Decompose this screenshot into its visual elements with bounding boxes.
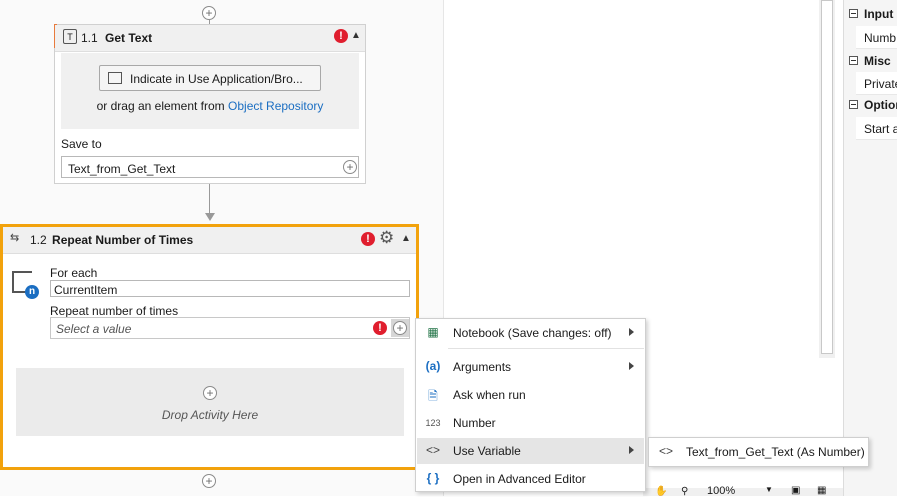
for-each-value: CurrentItem	[54, 283, 118, 297]
ask-when-run-icon: 🗎	[428, 389, 438, 403]
activity-number: 1.2	[30, 233, 47, 247]
collapse-box-icon[interactable]	[849, 56, 858, 65]
scrollbar-thumb[interactable]	[821, 0, 833, 354]
overview-icon[interactable]: ▦	[817, 485, 826, 496]
get-text-header[interactable]: T 1.1 Get Text ! ▲	[55, 25, 365, 52]
repeat-icon: ⇆	[10, 232, 20, 244]
error-icon: !	[361, 232, 375, 246]
properties-panel: Input Numb Misc Private Option Start a	[843, 0, 897, 496]
submenu-arrow-icon	[629, 328, 634, 336]
get-text-activity[interactable]: T 1.1 Get Text ! ▲ Indicate in Use Appli…	[54, 24, 366, 184]
status-bar: ✋ ⚲ 100% ▼ ▣ ▦	[643, 485, 843, 497]
settings-gear-icon[interactable]: ⚙	[379, 228, 394, 248]
for-each-label: For each	[50, 266, 98, 280]
notebook-icon: ▦	[427, 325, 439, 339]
get-text-icon: T	[63, 29, 77, 44]
object-repository-link[interactable]: Object Repository	[228, 99, 323, 113]
repeat-count-input[interactable]: Select a value ! +	[50, 317, 410, 339]
repeat-count-placeholder: Select a value	[56, 322, 132, 336]
repeat-header[interactable]: ⇆ 1.2 Repeat Number of Times ! ⚙ ▲	[3, 227, 416, 254]
submenu-arrow-icon	[629, 362, 634, 370]
menu-item-label: Open in Advanced Editor	[453, 472, 586, 486]
menu-item-label: Notebook (Save changes: off)	[453, 326, 612, 340]
menu-item-notebook[interactable]: ▦ Notebook (Save changes: off)	[417, 320, 644, 346]
menu-item-ask-when-run[interactable]: 🗎 Ask when run	[417, 382, 644, 408]
save-to-label: Save to	[61, 137, 102, 151]
error-icon: !	[373, 321, 387, 335]
zoom-dropdown-icon[interactable]: ▼	[765, 485, 773, 494]
designer-canvas: + T 1.1 Get Text ! ▲ Indicate in Use App…	[0, 0, 444, 496]
prop-category-label: Option	[864, 98, 897, 112]
prop-row-label: Start a	[864, 122, 897, 136]
drop-zone[interactable]: + Drop Activity Here	[16, 368, 404, 436]
drop-activity-text: Drop Activity Here	[161, 408, 259, 422]
prop-row-private[interactable]: Private	[856, 72, 897, 95]
activity-number: 1.1	[81, 31, 98, 45]
activity-title: Repeat Number of Times	[52, 233, 194, 247]
menu-item-label: Ask when run	[453, 388, 526, 402]
advanced-editor-icon: { }	[426, 471, 440, 485]
menu-item-label: Arguments	[453, 360, 512, 374]
menu-item-label: Use Variable	[453, 444, 521, 458]
vertical-scrollbar[interactable]	[819, 0, 835, 358]
error-icon: !	[334, 29, 348, 43]
drag-hint: or drag an element from Object Repositor…	[61, 99, 359, 113]
submenu-item-label: Text_from_Get_Text (As Number)	[686, 445, 865, 459]
search-zoom-icon[interactable]: ⚲	[681, 486, 688, 497]
repeat-count-label: Repeat number of times	[50, 304, 179, 318]
add-activity-icon[interactable]: +	[203, 386, 217, 400]
menu-item-use-variable[interactable]: <> Use Variable	[417, 438, 644, 464]
save-to-value: Text_from_Get_Text	[68, 162, 176, 176]
activity-title: Get Text	[105, 31, 153, 45]
connector-arrow-icon	[205, 213, 215, 221]
zoom-level[interactable]: 100%	[707, 485, 735, 497]
submenu-item-variable[interactable]: <> Text_from_Get_Text (As Number)	[650, 439, 867, 465]
prop-row-number[interactable]: Numb	[856, 26, 897, 49]
prop-category-input[interactable]: Input	[844, 3, 897, 25]
add-activity-bottom-icon[interactable]: +	[202, 474, 216, 488]
prop-row-label: Private	[864, 77, 897, 91]
repeat-activity[interactable]: ⇆ 1.2 Repeat Number of Times ! ⚙ ▲ n For…	[0, 224, 419, 470]
screen-target-icon	[108, 72, 122, 84]
use-variable-icon: <>	[425, 443, 440, 457]
indicate-button-label: Indicate in Use Application/Bro...	[130, 72, 303, 86]
menu-item-label: Number	[453, 416, 496, 430]
prop-category-misc[interactable]: Misc	[844, 50, 897, 72]
add-variable-icon[interactable]: +	[343, 160, 357, 174]
variable-icon: <>	[658, 444, 673, 458]
menu-item-advanced-editor[interactable]: { } Open in Advanced Editor	[417, 466, 644, 492]
drag-hint-text: or drag an element from	[96, 99, 225, 113]
submenu-arrow-icon	[629, 446, 634, 454]
use-variable-submenu: <> Text_from_Get_Text (As Number)	[648, 437, 869, 467]
prop-row-start[interactable]: Start a	[856, 117, 897, 140]
menu-item-arguments[interactable]: (a) Arguments	[417, 354, 644, 380]
target-area: Indicate in Use Application/Bro... or dr…	[61, 53, 359, 129]
prop-category-label: Misc	[864, 54, 891, 68]
prop-row-label: Numb	[864, 31, 897, 45]
for-each-input[interactable]: CurrentItem	[50, 280, 410, 297]
for-each-icon: n	[10, 269, 39, 299]
connector-line	[209, 184, 210, 214]
fit-screen-icon[interactable]: ▣	[791, 485, 800, 496]
save-to-field[interactable]: Text_from_Get_Text +	[61, 156, 359, 178]
indicate-button[interactable]: Indicate in Use Application/Bro...	[99, 65, 321, 91]
plus-menu-button[interactable]: +	[391, 319, 409, 337]
hand-tool-icon[interactable]: ✋	[655, 486, 667, 497]
menu-separator	[448, 348, 644, 349]
arguments-icon: (a)	[425, 359, 441, 373]
collapse-chevron-icon[interactable]: ▲	[401, 233, 411, 244]
menu-item-number[interactable]: 123 Number	[417, 410, 644, 436]
add-activity-top-icon[interactable]: +	[202, 6, 216, 20]
number-icon: 123	[425, 418, 441, 428]
value-context-menu: ▦ Notebook (Save changes: off) (a) Argum…	[415, 318, 646, 492]
prop-category-label: Input	[864, 7, 894, 21]
prop-category-options[interactable]: Option	[844, 94, 897, 116]
collapse-chevron-icon[interactable]: ▲	[351, 30, 361, 41]
collapse-box-icon[interactable]	[849, 100, 858, 109]
collapse-box-icon[interactable]	[849, 9, 858, 18]
plus-icon: +	[393, 321, 407, 335]
